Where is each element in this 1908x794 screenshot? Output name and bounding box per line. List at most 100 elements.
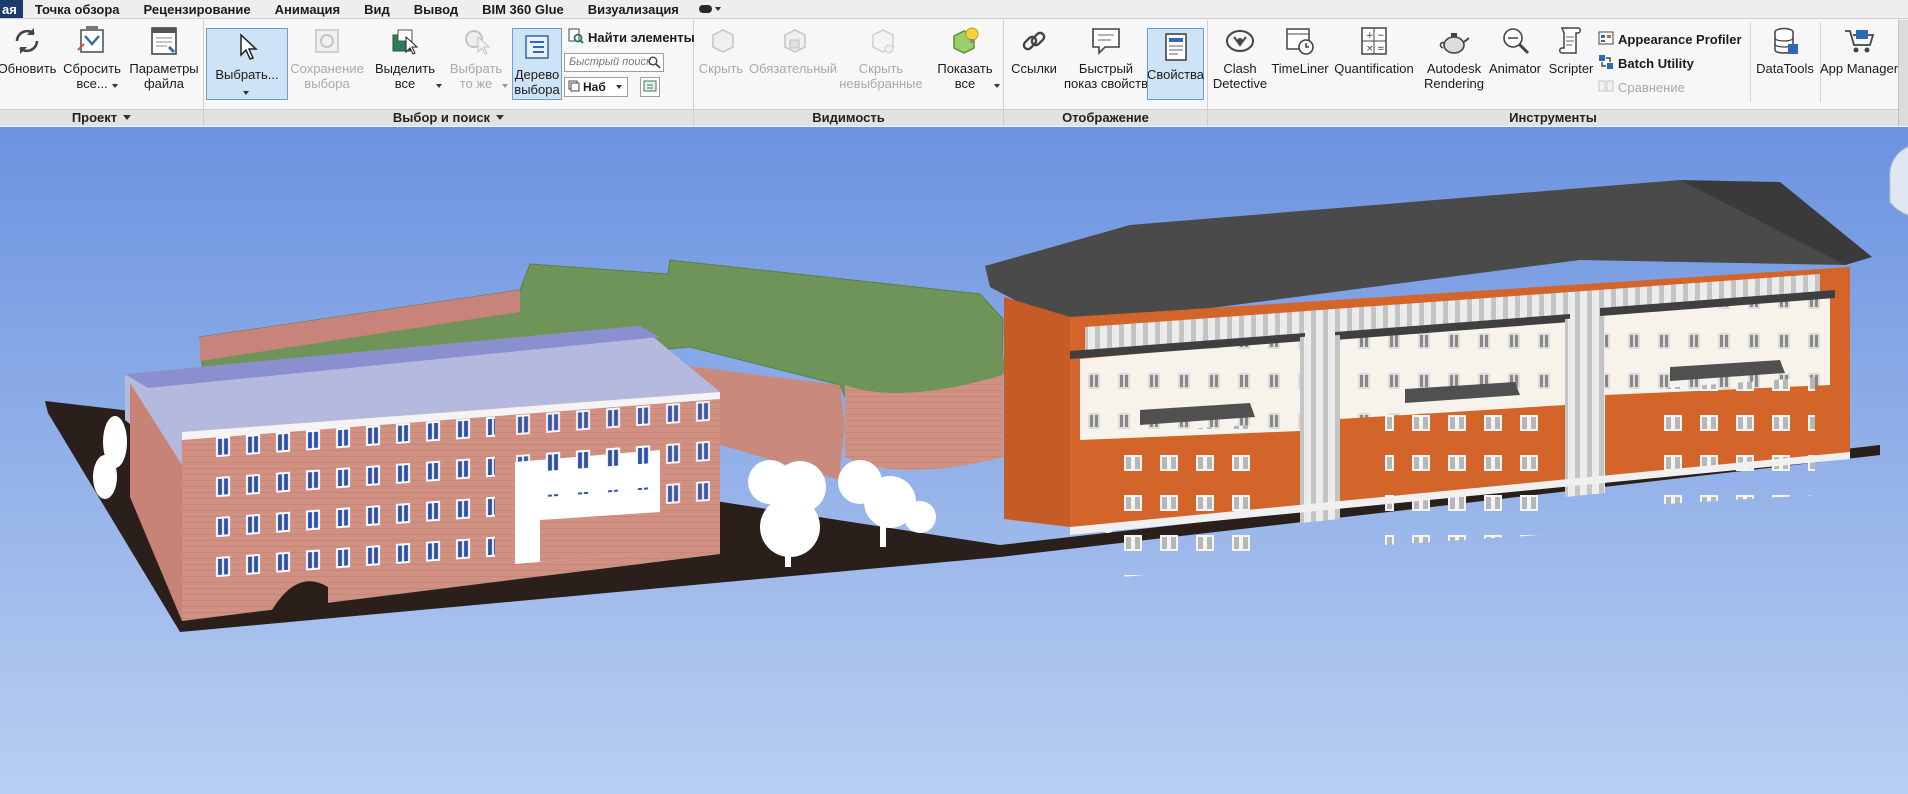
scene-canvas[interactable] (0, 127, 1908, 794)
select-same-button[interactable]: Выбрать то же (448, 23, 508, 103)
batch-utility-button[interactable]: Batch Utility (1598, 54, 1694, 73)
stair-tower-2 (1565, 317, 1605, 497)
quick-find-input[interactable] (569, 56, 651, 68)
animator-label: Animator (1488, 61, 1542, 76)
require-icon (774, 23, 812, 59)
selection-tree-label: Дерево выбора (514, 67, 560, 97)
panel-select-search: Выбрать... Сохранение выбора Выделить вс… (204, 20, 695, 126)
timeliner-button[interactable]: TimeLiner (1270, 23, 1330, 103)
app-manager-label: App Manager (1819, 61, 1899, 76)
quantification-icon: + − × = (1355, 23, 1393, 59)
selection-tree-button[interactable]: Дерево выбора (512, 28, 562, 100)
require-label: Обязательный (749, 61, 837, 76)
tab-review[interactable]: Рецензирование (132, 0, 263, 18)
datatools-button[interactable]: DataTools (1752, 23, 1818, 103)
links-icon (1015, 23, 1053, 59)
tab-viewpoint[interactable]: Точка обзора (23, 0, 132, 18)
svg-text:−: − (1377, 31, 1385, 41)
unhide-all-icon (946, 23, 984, 59)
hide-button[interactable]: Скрыть (696, 23, 746, 103)
tab-home[interactable]: ая (0, 0, 23, 18)
save-selection-icon (308, 23, 346, 59)
properties-icon (1157, 29, 1195, 65)
quick-find-search-icon[interactable] (648, 56, 661, 72)
panel-title-project-label: Проект (71, 110, 118, 125)
select-button[interactable]: Выбрать... (206, 28, 288, 100)
panel-title-display: Отображение (1004, 109, 1207, 126)
select-cursor-icon (228, 29, 266, 65)
tab-bim360-glue[interactable]: BIM 360 Glue (470, 0, 576, 18)
app-manager-icon (1840, 23, 1878, 59)
tab-animation[interactable]: Анимация (263, 0, 352, 18)
left-windows-grid (205, 410, 495, 582)
links-label: Ссылки (1011, 61, 1057, 76)
panel-visibility: Скрыть Обязательный Скрыть невыбранные П… (694, 20, 1004, 126)
save-selection-button[interactable]: Сохранение выбора (288, 23, 366, 103)
chevron-down-icon (616, 85, 622, 89)
svg-text:×: × (1366, 44, 1374, 54)
chevron-down-icon (123, 115, 132, 120)
refresh-icon (8, 23, 46, 59)
appearance-profiler-button[interactable]: Appearance Profiler (1598, 30, 1742, 49)
find-items-button[interactable]: Найти элементы (568, 28, 695, 47)
quantification-button[interactable]: + − × = Quantification (1334, 23, 1414, 103)
select-all-button[interactable]: Выделить все (370, 23, 442, 103)
panel-title-project[interactable]: Проект (0, 109, 203, 126)
hide-label: Скрыть (698, 61, 744, 76)
panel-title-select-search[interactable]: Выбор и поиск (204, 109, 693, 126)
file-options-button[interactable]: Параметры файла (128, 23, 200, 103)
svg-text:=: = (1377, 44, 1385, 54)
batch-utility-icon (1598, 54, 1614, 73)
panel-project: Обновить Сбросить все... Параметры файла… (0, 20, 204, 126)
find-items-label: Найти элементы (588, 30, 695, 45)
save-selection-label: Сохранение выбора (290, 61, 364, 91)
reset-icon (73, 23, 111, 59)
timeliner-icon (1281, 23, 1319, 59)
unhide-all-button[interactable]: Показать все (932, 23, 1000, 103)
sets-combo[interactable]: Наб (564, 77, 628, 97)
chevron-down-icon (436, 84, 442, 88)
select-all-icon (386, 23, 424, 59)
reset-all-button[interactable]: Сбросить все... (62, 23, 122, 103)
panel-title-visibility: Видимость (694, 109, 1003, 126)
unhide-all-label: Показать все (937, 61, 993, 91)
chevron-down-icon (112, 84, 118, 88)
properties-button[interactable]: Свойства (1147, 28, 1204, 100)
refresh-button[interactable]: Обновить (0, 23, 56, 103)
select-all-label: Выделить все (375, 61, 435, 91)
panel-tools: Clash Detective TimeLiner + − × = Quantific… (1208, 20, 1898, 126)
find-items-icon (568, 28, 584, 47)
properties-label: Свойства (1146, 67, 1205, 82)
panel-title-select-label: Выбор и поиск (392, 110, 491, 125)
lower-bay-1 (1120, 425, 1250, 577)
ribbon-scroll-edge (1898, 20, 1908, 126)
hide-unselected-button[interactable]: Скрыть невыбранные (834, 23, 928, 103)
select-same-icon (457, 23, 495, 59)
tab-visualization[interactable]: Визуализация (576, 0, 691, 18)
sets-icon (568, 80, 580, 95)
tab-view[interactable]: Вид (352, 0, 402, 18)
autodesk-rendering-button[interactable]: Autodesk Rendering (1420, 23, 1488, 103)
quick-properties-button[interactable]: Быстрый показ свойств (1062, 23, 1150, 103)
tab-output[interactable]: Вывод (402, 0, 470, 18)
links-button[interactable]: Ссылки (1006, 23, 1062, 103)
file-options-label: Параметры файла (129, 61, 199, 91)
manage-sets-button[interactable] (640, 77, 660, 97)
tab-overflow-button[interactable] (691, 0, 729, 18)
app-manager-button[interactable]: App Manager (1820, 23, 1898, 103)
scene-view[interactable] (0, 127, 1908, 794)
right-building-side (1004, 297, 1070, 527)
scripter-label: Scripter (1548, 61, 1594, 76)
panel-display: Ссылки Быстрый показ свойств Свойства От… (1004, 20, 1208, 126)
clash-detective-icon (1221, 23, 1259, 59)
clash-detective-button[interactable]: Clash Detective (1212, 23, 1268, 103)
scripter-button[interactable]: Scripter (1542, 23, 1600, 103)
batch-utility-label: Batch Utility (1618, 56, 1694, 71)
require-button[interactable]: Обязательный (748, 23, 838, 103)
panel-title-tools: Инструменты (1208, 109, 1898, 126)
compare-label: Сравнение (1618, 80, 1685, 95)
select-same-label: Выбрать то же (449, 61, 503, 91)
chevron-down-icon (496, 115, 505, 120)
compare-button[interactable]: Сравнение (1598, 78, 1685, 97)
animator-button[interactable]: Animator (1486, 23, 1544, 103)
